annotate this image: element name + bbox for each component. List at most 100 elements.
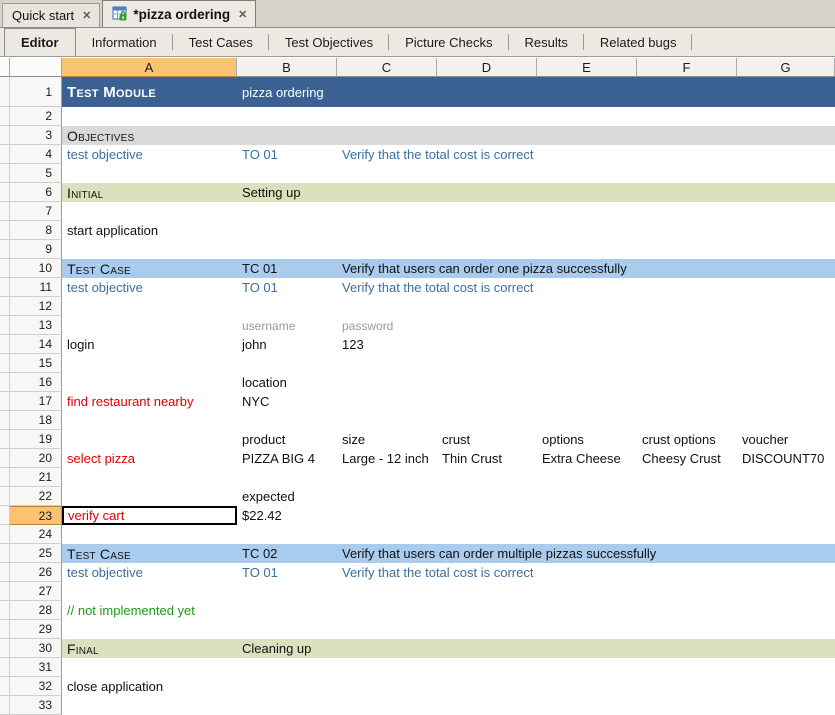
row-header-32[interactable]: 32 <box>10 677 62 696</box>
tab-picture-checks[interactable]: Picture Checks <box>389 28 508 56</box>
row-header-4[interactable]: 4 <box>10 145 62 164</box>
row-header-21[interactable]: 21 <box>10 468 62 487</box>
row-header-7[interactable]: 7 <box>10 202 62 221</box>
cell-a20[interactable]: select pizza <box>62 449 135 468</box>
cell-g19[interactable]: voucher <box>737 430 788 449</box>
tab-results[interactable]: Results <box>509 28 584 56</box>
doc-tab-pizza-ordering[interactable]: *pizza ordering✕ <box>102 0 256 27</box>
row-header-22[interactable]: 22 <box>10 487 62 506</box>
cell-a3[interactable]: Objectives <box>62 126 134 145</box>
row-header-16[interactable]: 16 <box>10 373 62 392</box>
cell-a25[interactable]: Test Case <box>62 544 131 563</box>
close-icon[interactable]: ✕ <box>235 8 247 21</box>
cell-a23[interactable]: verify cart <box>62 506 237 525</box>
column-header-d[interactable]: D <box>437 58 537 77</box>
row-header-2[interactable]: 2 <box>10 107 62 126</box>
column-header-a[interactable]: A <box>62 58 237 77</box>
column-header-b[interactable]: B <box>237 58 337 77</box>
cell-c11[interactable]: Verify that the total cost is correct <box>337 278 533 297</box>
row-header-24[interactable]: 24 <box>10 525 62 544</box>
cell-c19[interactable]: size <box>337 430 365 449</box>
cell-a30[interactable]: Final <box>62 639 99 658</box>
row-header-30[interactable]: 30 <box>10 639 62 658</box>
cell-a26[interactable]: test objective <box>62 563 143 582</box>
tab-related-bugs[interactable]: Related bugs <box>584 28 693 56</box>
cell-a8[interactable]: start application <box>62 221 158 240</box>
tab-test-objectives[interactable]: Test Objectives <box>269 28 389 56</box>
cell-b19[interactable]: product <box>237 430 285 449</box>
cell-b16[interactable]: location <box>237 373 287 392</box>
row-header-15[interactable]: 15 <box>10 354 62 373</box>
row-header-11[interactable]: 11 <box>10 278 62 297</box>
cell-c14[interactable]: 123 <box>337 335 364 354</box>
row-header-3[interactable]: 3 <box>10 126 62 145</box>
column-header-g[interactable]: G <box>737 58 835 77</box>
cell-a28[interactable]: // not implemented yet <box>62 601 195 620</box>
row-header-13[interactable]: 13 <box>10 316 62 335</box>
cell-b26[interactable]: TO 01 <box>237 563 278 582</box>
cell-b11[interactable]: TO 01 <box>237 278 278 297</box>
cell-a1[interactable]: Test Module <box>62 77 156 107</box>
row-header-12[interactable]: 12 <box>10 297 62 316</box>
cell-b13[interactable]: username <box>237 316 295 335</box>
cell-b1[interactable]: pizza ordering <box>237 77 324 107</box>
cell-c25[interactable]: Verify that users can order multiple piz… <box>337 544 656 563</box>
cell-c4[interactable]: Verify that the total cost is correct <box>337 145 533 164</box>
cell-e19[interactable]: options <box>537 430 584 449</box>
row-header-31[interactable]: 31 <box>10 658 62 677</box>
cell-b10[interactable]: TC 01 <box>237 259 277 278</box>
cell-c13[interactable]: password <box>337 316 393 335</box>
cell-b22[interactable]: expected <box>237 487 295 506</box>
cell-a32[interactable]: close application <box>62 677 163 696</box>
cell-f19[interactable]: crust options <box>637 430 716 449</box>
tab-test-cases[interactable]: Test Cases <box>173 28 269 56</box>
corner-cell[interactable] <box>0 58 10 77</box>
cell-a17[interactable]: find restaurant nearby <box>62 392 193 411</box>
cell-a11[interactable]: test objective <box>62 278 143 297</box>
row-header-20[interactable]: 20 <box>10 449 62 468</box>
cell-f20[interactable]: Cheesy Crust <box>637 449 721 468</box>
doc-tab-quick-start[interactable]: Quick start✕ <box>2 3 100 27</box>
row-header-10[interactable]: 10 <box>10 259 62 278</box>
row-header-27[interactable]: 27 <box>10 582 62 601</box>
select-all-corner[interactable] <box>10 58 62 77</box>
cell-a4[interactable]: test objective <box>62 145 143 164</box>
cell-b25[interactable]: TC 02 <box>237 544 277 563</box>
cell-b20[interactable]: PIZZA BIG 4 <box>237 449 315 468</box>
cell-b4[interactable]: TO 01 <box>237 145 278 164</box>
cell-a6[interactable]: Initial <box>62 183 103 202</box>
cell-a14[interactable]: login <box>62 335 94 354</box>
cell-c20[interactable]: Large - 12 inch <box>337 449 429 468</box>
cell-b23[interactable]: $22.42 <box>237 506 282 525</box>
cell-b30[interactable]: Cleaning up <box>237 639 311 658</box>
row-header-6[interactable]: 6 <box>10 183 62 202</box>
cell-b6[interactable]: Setting up <box>237 183 301 202</box>
row-header-14[interactable]: 14 <box>10 335 62 354</box>
column-header-e[interactable]: E <box>537 58 637 77</box>
cell-c10[interactable]: Verify that users can order one pizza su… <box>337 259 627 278</box>
cell-b14[interactable]: john <box>237 335 267 354</box>
column-header-f[interactable]: F <box>637 58 737 77</box>
row-header-5[interactable]: 5 <box>10 164 62 183</box>
cell-d19[interactable]: crust <box>437 430 470 449</box>
row-header-17[interactable]: 17 <box>10 392 62 411</box>
cell-a10[interactable]: Test Case <box>62 259 131 278</box>
cell-g20[interactable]: DISCOUNT70 <box>737 449 824 468</box>
row-header-28[interactable]: 28 <box>10 601 62 620</box>
row-header-19[interactable]: 19 <box>10 430 62 449</box>
cell-d20[interactable]: Thin Crust <box>437 449 502 468</box>
row-header-25[interactable]: 25 <box>10 544 62 563</box>
close-icon[interactable]: ✕ <box>79 9 91 22</box>
row-header-18[interactable]: 18 <box>10 411 62 430</box>
row-header-9[interactable]: 9 <box>10 240 62 259</box>
column-header-c[interactable]: C <box>337 58 437 77</box>
tab-information[interactable]: Information <box>76 28 173 56</box>
row-header-1[interactable]: 1 <box>10 77 62 107</box>
cell-b17[interactable]: NYC <box>237 392 269 411</box>
row-header-29[interactable]: 29 <box>10 620 62 639</box>
row-header-8[interactable]: 8 <box>10 221 62 240</box>
tab-editor[interactable]: Editor <box>4 28 76 56</box>
row-header-23[interactable]: 23 <box>10 506 62 525</box>
row-header-33[interactable]: 33 <box>10 696 62 715</box>
row-header-26[interactable]: 26 <box>10 563 62 582</box>
